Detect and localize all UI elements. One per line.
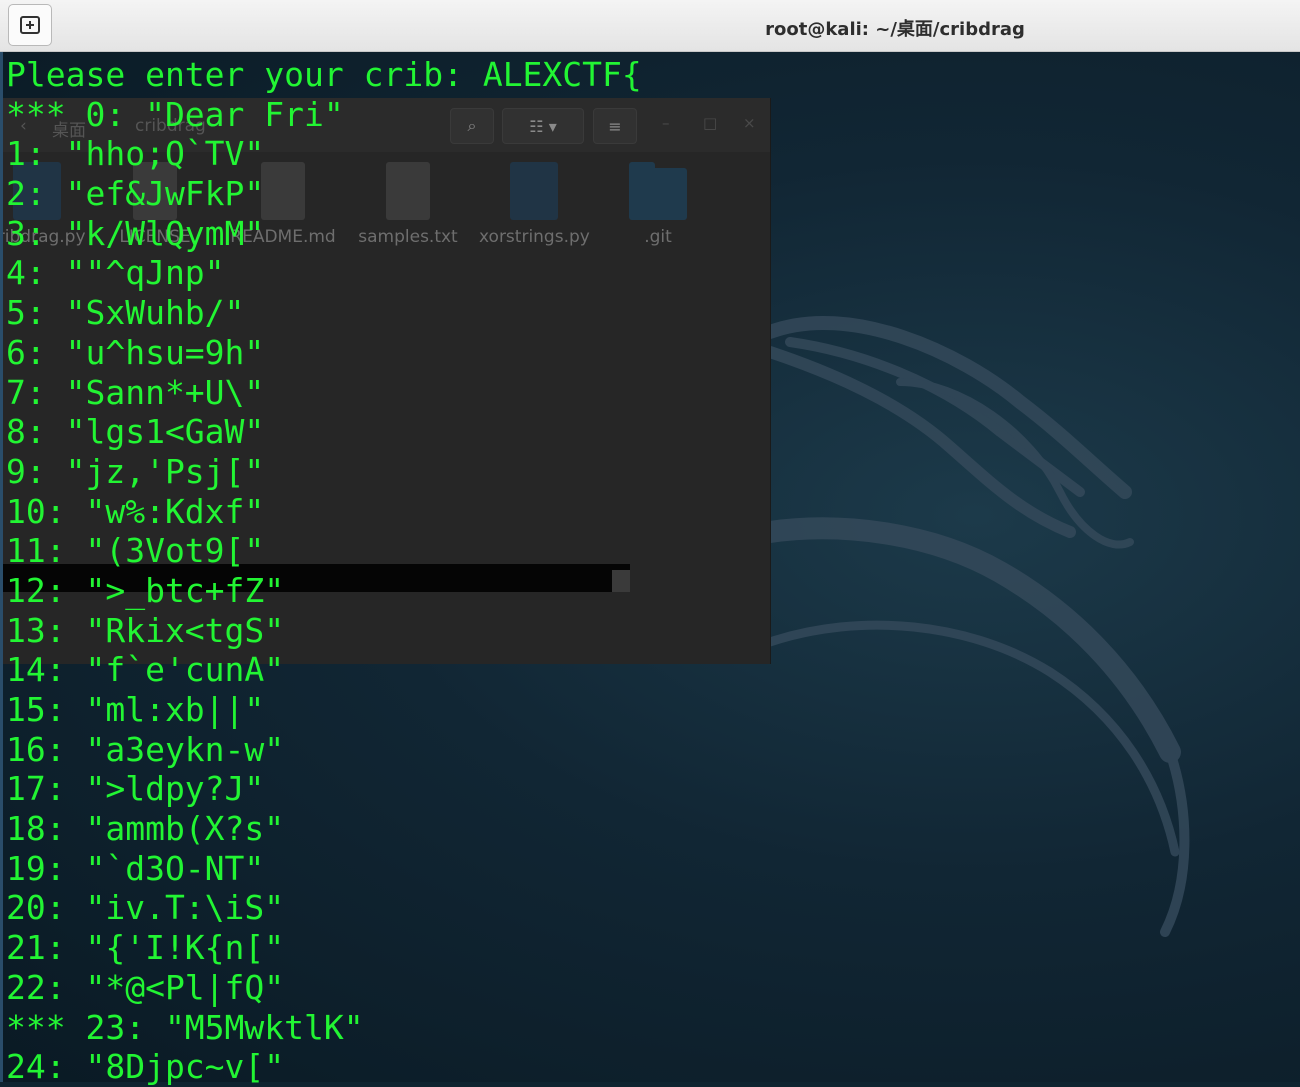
terminal-output-line: 15: "ml:xb||" (6, 690, 265, 729)
terminal-output[interactable]: Please enter your crib: ALEXCTF{*** 0: "… (6, 55, 642, 1087)
terminal-output-line: 7: "Sann*+U\" (6, 372, 265, 412)
terminal-output-line: 21: "{'I!K{n[" (6, 928, 285, 968)
terminal-output-line: 17: ">ldpy?J" (6, 769, 265, 809)
terminal-output-line: 24: "8Djpc~v[" (6, 1047, 285, 1087)
terminal-output-line: 11: "(3Vot9[" (6, 531, 265, 571)
terminal-output-line: 22: "*@<Pl|fQ" (6, 967, 285, 1007)
terminal-output-line: 14: "f`e'cunA" (6, 650, 285, 690)
terminal-output-line: 2: "ef&JwFkP" (6, 174, 265, 214)
terminal-output-line: 9: "jz,'Psj[" (6, 451, 265, 491)
new-tab-button[interactable] (8, 4, 52, 46)
window-title: root@kali: ~/桌面/cribdrag (765, 19, 1025, 40)
terminal-output-line: 12: ">_btc+fZ" (6, 570, 285, 610)
terminal-output-line: *** 23: "M5MwktlK" (6, 1007, 364, 1047)
terminal-output-line: 18: "ammb(X?s" (6, 809, 285, 849)
close-icon[interactable]: × (743, 114, 756, 132)
terminal-output-line: 4: ""^qJnp" (6, 253, 225, 293)
terminal-output-line: 8: "lgs1<GaW" (6, 412, 265, 452)
window-edge (0, 52, 3, 1082)
terminal-output-line: 6: "u^hsu=9h" (6, 332, 265, 372)
terminal-output-line: 20: "iv.T:\iS" (6, 888, 285, 928)
terminal-output-line: 1: "hho;Q`TV" (6, 134, 265, 174)
maximize-icon[interactable]: □ (703, 114, 717, 132)
terminal-output-line: *** 0: "Dear Fri" (6, 94, 344, 134)
new-tab-icon (20, 16, 40, 34)
terminal-titlebar: root@kali: ~/桌面/cribdrag (0, 0, 1300, 52)
terminal-output-line: 19: "`d3O-NT" (6, 848, 265, 888)
minimize-icon[interactable]: – (662, 114, 670, 132)
terminal-prompt-line: Please enter your crib: ALEXCTF{ (6, 55, 642, 94)
terminal-output-line: 10: "w%:Kdxf" (6, 491, 265, 531)
terminal-output-line: 5: "SxWuhb/" (6, 293, 245, 333)
terminal-output-line: 3: "k/WlQymM" (6, 213, 265, 253)
terminal-output-line: 13: "Rkix<tgS" (6, 610, 285, 650)
terminal-output-line: 16: "a3eykn-w" (6, 729, 285, 769)
